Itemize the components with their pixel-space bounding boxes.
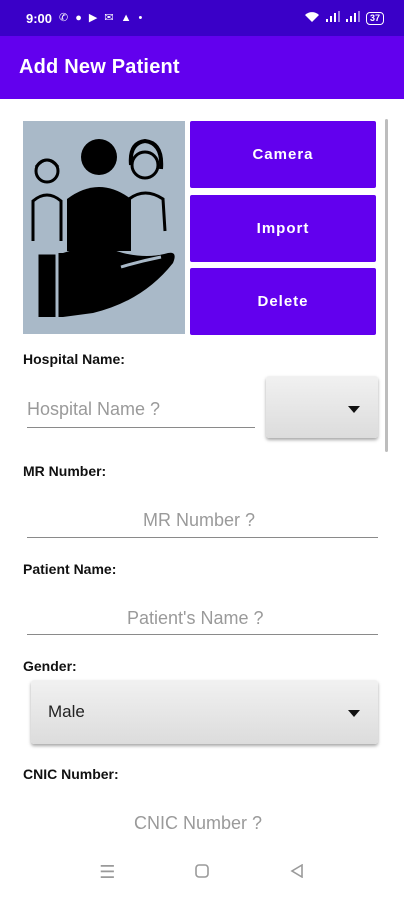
import-button[interactable]: Import bbox=[190, 195, 376, 262]
menu-icon[interactable]: ☰ bbox=[92, 862, 122, 883]
dropdown-arrow-icon bbox=[348, 710, 360, 717]
form-scroll-area[interactable]: Camera Import Delete Hospital Name: Hosp… bbox=[0, 99, 404, 844]
patient-name-input[interactable]: Patient's Name ? bbox=[127, 608, 264, 629]
mr-number-underline bbox=[27, 537, 378, 538]
status-bar-right: 37 bbox=[304, 11, 384, 26]
hospital-name-input[interactable]: Hospital Name ? bbox=[27, 399, 160, 420]
page-title: Add New Patient bbox=[19, 56, 180, 78]
cnic-number-label: CNIC Number: bbox=[23, 766, 119, 782]
patient-care-illustration-icon bbox=[23, 121, 185, 334]
status-bar: 9:00 ✆ ● ▶ ✉ ▲ • 37 bbox=[0, 0, 404, 36]
gender-label: Gender: bbox=[23, 658, 77, 674]
scrollbar[interactable] bbox=[385, 119, 388, 452]
delete-button[interactable]: Delete bbox=[190, 268, 376, 335]
patient-name-label: Patient Name: bbox=[23, 561, 117, 577]
system-nav-bar: ☰ bbox=[0, 845, 404, 900]
gmail-icon: ✉ bbox=[104, 11, 114, 24]
signal-icon bbox=[345, 11, 360, 25]
chat-icon: ● bbox=[75, 11, 82, 24]
hospital-name-label: Hospital Name: bbox=[23, 351, 125, 367]
gender-dropdown[interactable]: Male bbox=[31, 680, 378, 744]
dropdown-arrow-icon bbox=[348, 406, 360, 413]
gender-selected-value: Male bbox=[48, 702, 85, 721]
home-icon[interactable] bbox=[187, 862, 217, 883]
patient-photo bbox=[23, 121, 185, 334]
back-icon[interactable] bbox=[282, 862, 312, 883]
hospital-name-underline bbox=[27, 427, 255, 428]
whatsapp-icon: ✆ bbox=[59, 11, 69, 24]
status-bar-left: 9:00 ✆ ● ▶ ✉ ▲ • bbox=[26, 11, 142, 26]
signal-icon bbox=[325, 11, 340, 25]
cnic-number-input[interactable]: CNIC Number ? bbox=[134, 813, 262, 834]
dot-icon: • bbox=[138, 11, 143, 24]
notification-bell-icon: ▲ bbox=[120, 11, 132, 24]
mr-number-label: MR Number: bbox=[23, 463, 107, 479]
camera-button[interactable]: Camera bbox=[190, 121, 376, 188]
battery-icon: 37 bbox=[365, 11, 384, 25]
hospital-dropdown[interactable] bbox=[266, 376, 378, 438]
patient-name-underline bbox=[27, 634, 378, 635]
wifi-icon bbox=[304, 11, 320, 26]
mr-number-input[interactable]: MR Number ? bbox=[143, 510, 255, 531]
app-bar: Add New Patient bbox=[0, 36, 404, 99]
youtube-icon: ▶ bbox=[88, 11, 98, 24]
status-time: 9:00 bbox=[26, 10, 53, 26]
